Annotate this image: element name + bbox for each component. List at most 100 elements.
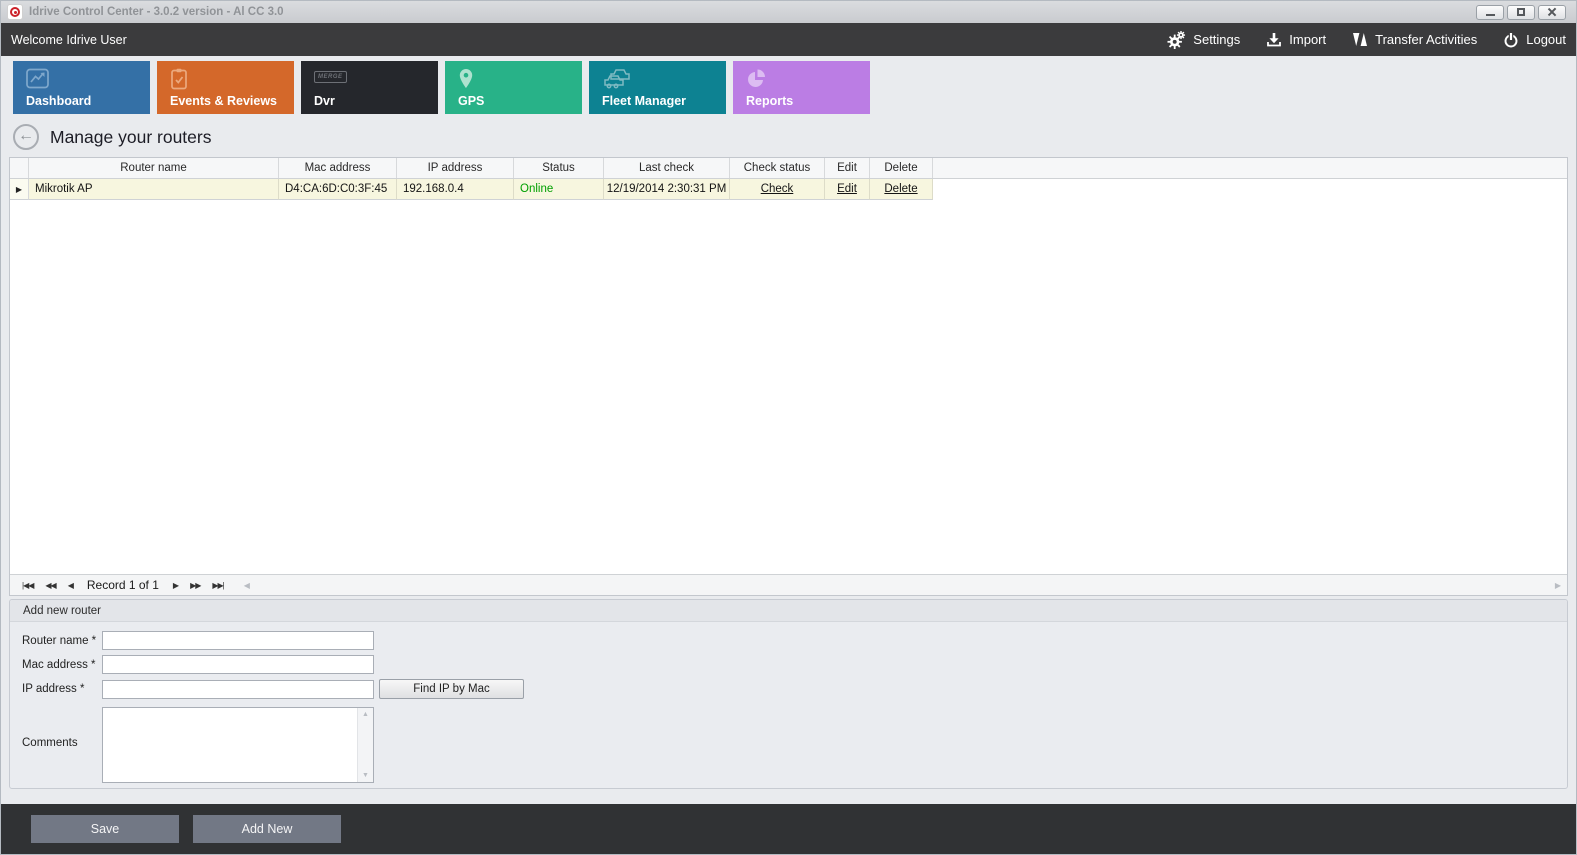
move-first-button[interactable]: |◀◀ <box>16 581 39 590</box>
tab-reports[interactable]: Reports <box>733 61 870 114</box>
tab-events-reviews[interactable]: Events & Reviews <box>157 61 294 114</box>
cell-delete: Delete <box>870 179 933 200</box>
find-ip-by-mac-button[interactable]: Find IP by Mac <box>379 679 524 699</box>
router-name-field[interactable] <box>102 631 374 650</box>
grid-header-filler <box>933 158 1567 178</box>
scroll-up-icon[interactable]: ▲ <box>362 711 369 718</box>
trend-chart-icon <box>26 68 150 92</box>
back-arrow-icon: ← <box>18 128 34 144</box>
tab-events-reviews-label: Events & Reviews <box>170 94 294 108</box>
footer-bar: Save Add New <box>1 804 1576 854</box>
import-label: Import <box>1289 32 1326 47</box>
cell-mac-address: D4:CA:6D:C0:3F:45 <box>279 179 397 200</box>
pie-chart-icon <box>746 68 870 92</box>
tab-dvr-label: Dvr <box>314 94 438 108</box>
tab-fleet-manager[interactable]: Fleet Manager <box>589 61 726 114</box>
column-header-router-name[interactable]: Router name <box>29 158 279 178</box>
clipboard-check-icon <box>170 68 294 92</box>
logout-button[interactable]: Logout <box>1503 32 1566 48</box>
window-title: Idrive Control Center - 3.0.2 version - … <box>29 6 1476 18</box>
tab-gps-label: GPS <box>458 94 582 108</box>
add-router-form: Router name * Mac address * IP address *… <box>10 622 1567 783</box>
add-new-router-panel: Add new router Router name * Mac address… <box>9 599 1568 789</box>
row-selector-cell: ▶ <box>10 179 29 200</box>
module-tabs: Dashboard Events & Reviews MERGE Dvr <box>1 56 1576 117</box>
move-last-button[interactable]: ▶▶| <box>206 581 229 590</box>
merge-badge-text: MERGE <box>314 71 347 83</box>
merge-badge-icon: MERGE <box>314 68 438 92</box>
top-bar: Welcome Idrive User <box>1 23 1576 56</box>
page-title: Manage your routers <box>50 127 211 148</box>
cars-icon <box>602 68 726 92</box>
ip-address-label: IP address * <box>22 683 102 695</box>
mac-address-label: Mac address * <box>22 659 102 671</box>
delete-link[interactable]: Delete <box>884 183 917 195</box>
settings-label: Settings <box>1193 32 1240 47</box>
row-filler <box>933 179 1567 200</box>
move-next-button[interactable]: ▶ <box>167 581 184 590</box>
column-header-check-status[interactable]: Check status <box>730 158 825 178</box>
grid-header-row: Router name Mac address IP address Statu… <box>10 158 1567 179</box>
page-back-button[interactable]: ◀◀ <box>39 581 61 590</box>
maximize-button[interactable] <box>1507 5 1535 20</box>
cell-check-status: Check <box>730 179 825 200</box>
column-header-status[interactable]: Status <box>514 158 604 178</box>
close-icon <box>1547 7 1557 17</box>
transfer-activities-button[interactable]: Transfer Activities <box>1352 31 1477 48</box>
column-header-mac-address[interactable]: Mac address <box>279 158 397 178</box>
top-actions: Settings Import <box>1167 31 1566 49</box>
welcome-text: Welcome Idrive User <box>11 33 1167 47</box>
horizontal-scrollbar[interactable]: ◀ ▶ <box>238 575 1567 595</box>
tab-fleet-manager-label: Fleet Manager <box>602 94 726 108</box>
scroll-right-icon[interactable]: ▶ <box>1549 581 1567 590</box>
add-new-button[interactable]: Add New <box>193 815 341 843</box>
scroll-left-icon[interactable]: ◀ <box>238 581 256 590</box>
router-name-label: Router name * <box>22 635 102 647</box>
map-pin-icon <box>458 68 582 92</box>
routers-grid: Router name Mac address IP address Statu… <box>9 157 1568 596</box>
row-selector-icon: ▶ <box>16 185 22 194</box>
transfer-arrows-icon <box>1352 31 1368 48</box>
grid-empty-area <box>10 200 1567 574</box>
page-forward-button[interactable]: ▶▶ <box>184 581 206 590</box>
back-button[interactable]: ← <box>13 124 39 150</box>
column-header-last-check[interactable]: Last check <box>604 158 730 178</box>
comments-scrollbar[interactable]: ▲ ▼ <box>357 708 373 782</box>
logout-label: Logout <box>1526 32 1566 47</box>
minimize-button[interactable] <box>1476 5 1504 20</box>
table-row[interactable]: ▶ Mikrotik AP D4:CA:6D:C0:3F:45 192.168.… <box>10 179 1567 200</box>
cell-status: Online <box>514 179 604 200</box>
ip-address-field[interactable] <box>102 680 374 699</box>
tab-dvr[interactable]: MERGE Dvr <box>301 61 438 114</box>
comments-field-wrap: ▲ ▼ <box>102 707 374 783</box>
scroll-down-icon[interactable]: ▼ <box>362 772 369 779</box>
record-count-text: Record 1 of 1 <box>87 578 159 592</box>
column-header-edit[interactable]: Edit <box>825 158 870 178</box>
page-header: ← Manage your routers <box>1 117 1576 157</box>
tab-gps[interactable]: GPS <box>445 61 582 114</box>
gears-icon <box>1167 31 1186 49</box>
move-prev-button[interactable]: ◀ <box>62 581 79 590</box>
download-icon <box>1266 32 1282 48</box>
edit-link[interactable]: Edit <box>837 183 857 195</box>
record-navigator: |◀◀ ◀◀ ◀ Record 1 of 1 ▶ ▶▶ ▶▶| ◀ ▶ <box>10 574 1567 595</box>
close-button[interactable] <box>1538 5 1566 20</box>
title-bar: Idrive Control Center - 3.0.2 version - … <box>1 1 1576 23</box>
cell-edit: Edit <box>825 179 870 200</box>
column-header-ip-address[interactable]: IP address <box>397 158 514 178</box>
column-header-delete[interactable]: Delete <box>870 158 933 178</box>
import-button[interactable]: Import <box>1266 32 1326 48</box>
tab-dashboard[interactable]: Dashboard <box>13 61 150 114</box>
grid-selector-header <box>10 158 29 178</box>
tab-reports-label: Reports <box>746 94 870 108</box>
comments-label: Comments <box>22 737 102 749</box>
power-icon <box>1503 32 1519 48</box>
comments-field[interactable] <box>103 708 373 782</box>
settings-button[interactable]: Settings <box>1167 31 1240 49</box>
maximize-icon <box>1517 8 1525 16</box>
cell-last-check: 12/19/2014 2:30:31 PM <box>604 179 730 200</box>
transfer-activities-label: Transfer Activities <box>1375 32 1477 47</box>
save-button[interactable]: Save <box>31 815 179 843</box>
check-link[interactable]: Check <box>761 183 794 195</box>
mac-address-field[interactable] <box>102 655 374 674</box>
